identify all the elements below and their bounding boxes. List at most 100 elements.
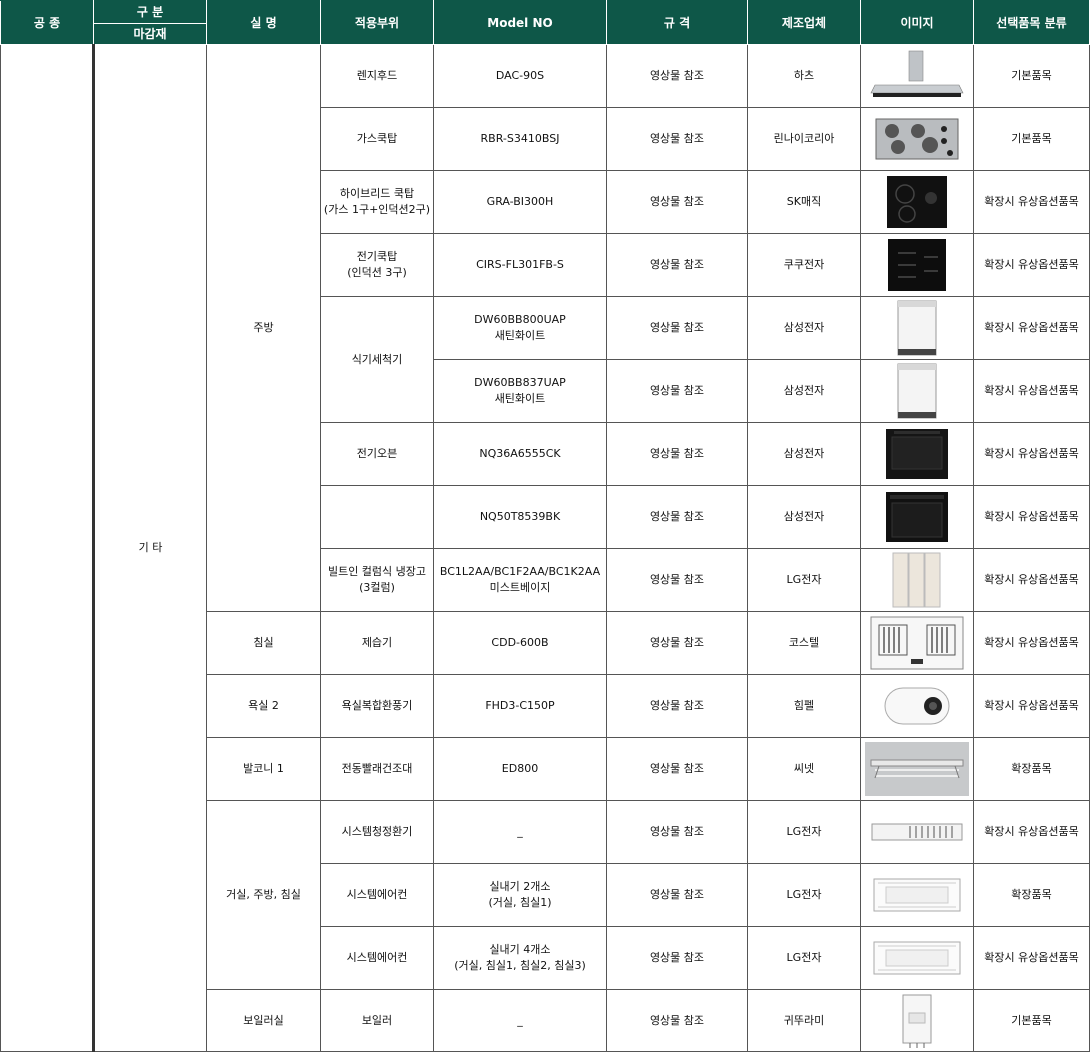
header-trade: 공 종: [0, 0, 94, 45]
model-cell: GRA-BI300H: [433, 170, 607, 234]
model-cell: ED800: [433, 737, 607, 801]
location-cell: 시스템청정환기: [320, 800, 434, 864]
location-cell: 전동빨래건조대: [320, 737, 434, 801]
trade-cell: [0, 44, 95, 1052]
built-in-oven-image: [860, 485, 974, 549]
location-cell: 욕실복합환풍기: [320, 674, 434, 738]
dishwasher-image: [860, 359, 974, 423]
option-cell: 확장시 유상옵션품목: [973, 170, 1090, 234]
header-room: 실 명: [206, 0, 321, 45]
maker-cell: 코스텔: [747, 611, 861, 675]
maker-cell: SK매직: [747, 170, 861, 234]
maker-cell: LG전자: [747, 548, 861, 612]
room-bedroom: 침실: [206, 611, 321, 675]
location-cell: 보일러: [320, 989, 434, 1052]
room-balcony1: 발코니 1: [206, 737, 321, 801]
model-cell: CIRS-FL301FB-S: [433, 233, 607, 297]
model-cell: CDD-600B: [433, 611, 607, 675]
maker-cell: 삼성전자: [747, 422, 861, 486]
location-cell: 제습기: [320, 611, 434, 675]
spec-cell: 영상물 참조: [606, 674, 748, 738]
maker-cell: 삼성전자: [747, 359, 861, 423]
option-cell: 기본품목: [973, 107, 1090, 171]
header-category-bottom: 마감재: [93, 23, 207, 45]
model-cell: NQ50T8539BK: [433, 485, 607, 549]
maker-cell: 삼성전자: [747, 296, 861, 360]
option-cell: 확장시 유상옵션품목: [973, 611, 1090, 675]
microwave-oven-image: [860, 422, 974, 486]
model-cell: DW60BB800UAP 새틴화이트: [433, 296, 607, 360]
option-cell: 확장품목: [973, 863, 1090, 927]
spec-cell: 영상물 참조: [606, 611, 748, 675]
spec-cell: 영상물 참조: [606, 926, 748, 990]
maker-cell: LG전자: [747, 926, 861, 990]
ventilation-unit-image: [860, 800, 974, 864]
model-cell: DAC-90S: [433, 44, 607, 108]
option-cell: 확장시 유상옵션품목: [973, 359, 1090, 423]
option-cell: 확장시 유상옵션품목: [973, 296, 1090, 360]
location-cell: 식기세척기: [320, 296, 434, 423]
option-cell: 확장시 유상옵션품목: [973, 800, 1090, 864]
spec-cell: 영상물 참조: [606, 737, 748, 801]
model-cell: 실내기 2개소 (거실, 침실1): [433, 863, 607, 927]
gas-cooktop-image: [860, 107, 974, 171]
model-cell: BC1L2AA/BC1F2AA/BC1K2AA 미스트베이지: [433, 548, 607, 612]
ceiling-aircon-image: [860, 926, 974, 990]
option-cell: 확장시 유상옵션품목: [973, 422, 1090, 486]
maker-cell: 씨넷: [747, 737, 861, 801]
room-boiler: 보일러실: [206, 989, 321, 1052]
maker-cell: 힘펠: [747, 674, 861, 738]
header-option: 선택품목 분류: [973, 0, 1090, 45]
spec-cell: 영상물 참조: [606, 44, 748, 108]
maker-cell: 삼성전자: [747, 485, 861, 549]
location-cell: 빌트인 컬럼식 냉장고 (3컬럼): [320, 548, 434, 612]
location-cell: 시스템에어컨: [320, 863, 434, 927]
maker-cell: LG전자: [747, 800, 861, 864]
spec-cell: 영상물 참조: [606, 422, 748, 486]
option-cell: 확장시 유상옵션품목: [973, 485, 1090, 549]
hybrid-cooktop-image: [860, 170, 974, 234]
spec-cell: 영상물 참조: [606, 233, 748, 297]
spec-cell: 영상물 참조: [606, 107, 748, 171]
spec-cell: 영상물 참조: [606, 485, 748, 549]
option-cell: 확장시 유상옵션품목: [973, 233, 1090, 297]
location-cell: 렌지후드: [320, 44, 434, 108]
model-cell: 실내기 4개소 (거실, 침실1, 침실2, 침실3): [433, 926, 607, 990]
ceiling-aircon-image: [860, 863, 974, 927]
header-image: 이미지: [860, 0, 974, 45]
option-cell: 확장시 유상옵션품목: [973, 926, 1090, 990]
laundry-rack-image: [860, 737, 974, 801]
model-cell: _: [433, 989, 607, 1052]
spec-cell: 영상물 참조: [606, 548, 748, 612]
spec-cell: 영상물 참조: [606, 989, 748, 1052]
spec-cell: 영상물 참조: [606, 863, 748, 927]
header-location: 적용부위: [320, 0, 434, 45]
location-cell: 전기오븐: [320, 422, 434, 486]
column-refrigerator-image: [860, 548, 974, 612]
location-cell: 가스쿡탑: [320, 107, 434, 171]
location-cell: 시스템에어컨: [320, 926, 434, 990]
option-cell: 기본품목: [973, 989, 1090, 1052]
dehumidifier-image: [860, 611, 974, 675]
bath-fan-image: [860, 674, 974, 738]
option-cell: 기본품목: [973, 44, 1090, 108]
maker-cell: 쿠쿠전자: [747, 233, 861, 297]
room-kitchen: 주방: [206, 44, 321, 612]
range-hood-image: [860, 44, 974, 108]
header-spec: 규 격: [606, 0, 748, 45]
spec-cell: 영상물 참조: [606, 359, 748, 423]
maker-cell: 하츠: [747, 44, 861, 108]
spec-table: 공 종 구 분 실 명 적용부위 Model NO 규 격 제조업체 이미지 선…: [0, 0, 1090, 1052]
spec-cell: 영상물 참조: [606, 296, 748, 360]
location-cell: 전기쿡탑 (인덕션 3구): [320, 233, 434, 297]
option-cell: 확장품목: [973, 737, 1090, 801]
option-cell: 확장시 유상옵션품목: [973, 674, 1090, 738]
model-cell: DW60BB837UAP 새틴화이트: [433, 359, 607, 423]
model-cell: _: [433, 800, 607, 864]
header-maker: 제조업체: [747, 0, 861, 45]
location-cell: [320, 485, 434, 549]
model-cell: NQ36A6555CK: [433, 422, 607, 486]
dishwasher-image: [860, 296, 974, 360]
maker-cell: 귀뚜라미: [747, 989, 861, 1052]
boiler-image: [860, 989, 974, 1052]
